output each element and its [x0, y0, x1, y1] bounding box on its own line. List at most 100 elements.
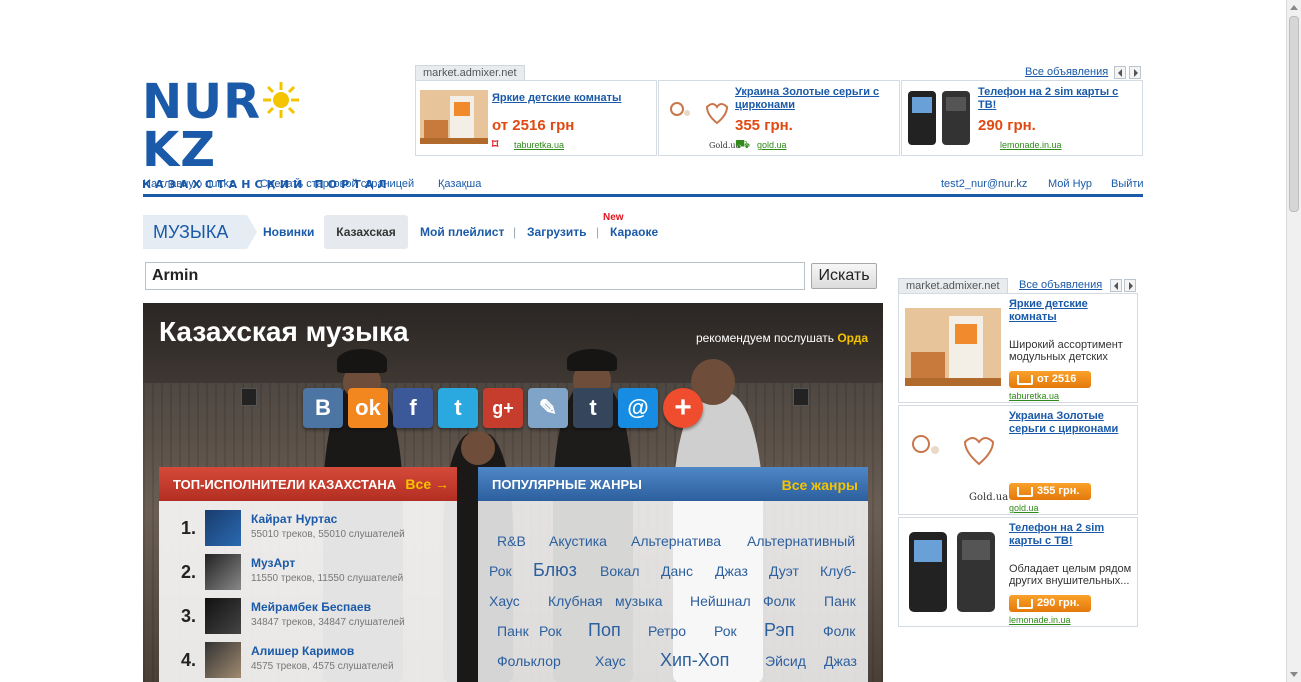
genre-link[interactable]: Рок — [714, 623, 737, 639]
ads-next-icon[interactable] — [1124, 279, 1136, 292]
ad-source-link[interactable]: gold.ua — [1009, 503, 1039, 513]
ad-source-link[interactable]: taburetka.ua — [1009, 391, 1059, 401]
facebook-share-icon[interactable]: f — [393, 388, 433, 428]
more-share-icon[interactable]: + — [663, 388, 703, 428]
recommend-artist-link[interactable]: Орда — [837, 331, 868, 345]
ad-source-link[interactable]: gold.ua — [757, 140, 787, 150]
genre-link[interactable]: Блюз — [533, 560, 577, 581]
genre-link[interactable]: музыка — [615, 593, 662, 609]
ad-price-button[interactable]: от 2516 грн — [1009, 371, 1091, 402]
genre-link[interactable]: Ретро — [648, 623, 686, 639]
home-link[interactable]: На главную nur.kz — [143, 178, 235, 190]
genre-link[interactable]: Клубная — [548, 593, 603, 609]
logout-link[interactable]: Выйти — [1111, 178, 1144, 190]
artist-photo[interactable] — [205, 598, 241, 634]
scroll-up-arrow-icon[interactable] — [1290, 5, 1298, 10]
scroll-down-arrow-icon[interactable] — [1290, 672, 1298, 677]
artist-name-link[interactable]: Алишер Каримов — [251, 644, 354, 658]
genre-link[interactable]: Хаус — [595, 653, 626, 669]
genre-link[interactable]: Рок — [539, 623, 562, 639]
artist-name-link[interactable]: МузАрт — [251, 556, 295, 570]
all-genres-link[interactable]: Все жанры — [782, 477, 858, 493]
menu-item-kazakh[interactable]: Казахская — [324, 215, 408, 249]
artist-row[interactable]: 2. МузАрт 11550 треков, 11550 слушателей — [159, 554, 457, 598]
genre-link[interactable]: Поп — [588, 620, 621, 641]
all-ads-link[interactable]: Все объявления — [1019, 279, 1102, 291]
all-ads-link[interactable]: Все объявления — [1025, 66, 1108, 78]
genre-link[interactable]: Акустика — [549, 533, 607, 549]
genre-link[interactable]: Альтернативный — [747, 533, 855, 549]
genre-link[interactable]: Рок — [489, 563, 512, 579]
mail-share-icon[interactable]: @ — [618, 388, 658, 428]
search-input[interactable] — [145, 262, 805, 290]
artist-row[interactable]: 1. Кайрат Нуртас 55010 треков, 55010 слу… — [159, 510, 457, 554]
genre-link[interactable]: R&B — [497, 533, 526, 549]
genre-link[interactable]: Вокал — [600, 563, 640, 579]
genre-link[interactable]: Хаус — [489, 593, 520, 609]
genre-link[interactable]: Альтернатива — [631, 533, 721, 549]
ad-title[interactable]: Украина Золотые серьги с цирконами — [1009, 410, 1129, 436]
menu-item-upload[interactable]: Загрузить — [527, 225, 586, 239]
ad-price-button[interactable]: 355 грн. — [1009, 483, 1091, 500]
search-button[interactable]: Искать — [811, 263, 877, 289]
artist-photo[interactable] — [205, 554, 241, 590]
ads-prev-icon[interactable] — [1114, 66, 1126, 79]
vertical-scrollbar[interactable] — [1286, 0, 1301, 682]
artist-row[interactable]: 3. Мейрамбек Беспаев 34847 треков, 34847… — [159, 598, 457, 642]
my-nur-link[interactable]: Мой Нур — [1048, 178, 1092, 190]
genre-link[interactable]: Хип-Хоп — [660, 650, 729, 671]
ad-title[interactable]: Яркие детские комнаты — [492, 92, 652, 105]
genre-link[interactable]: Джаз — [715, 563, 748, 579]
ads-next-icon[interactable] — [1129, 66, 1141, 79]
make-start-page-link[interactable]: Сделать стартовой страницей — [260, 178, 414, 190]
kazakh-language-link[interactable]: Қазақша — [438, 178, 481, 190]
tumblr-share-icon[interactable]: t — [573, 388, 613, 428]
ad-source-link[interactable]: lemonade.in.ua — [1000, 140, 1062, 150]
ad-card[interactable]: Яркие детские комнаты Широкий ассортимен… — [898, 293, 1138, 403]
vkontakte-share-icon[interactable]: В — [303, 388, 343, 428]
artist-name-link[interactable]: Кайрат Нуртас — [251, 512, 337, 526]
ad-card[interactable]: Яркие детские комнаты от 2516 грн ⌑ tabu… — [415, 80, 657, 156]
user-email-link[interactable]: test2_nur@nur.kz — [941, 178, 1027, 190]
genre-link[interactable]: Панк — [824, 593, 856, 609]
twitter-share-icon[interactable]: t — [438, 388, 478, 428]
artist-photo[interactable] — [205, 510, 241, 546]
ad-title[interactable]: Яркие детские комнаты — [1009, 298, 1129, 324]
scrollbar-thumb[interactable] — [1289, 16, 1299, 212]
menu-item-new[interactable]: Новинки — [263, 225, 314, 239]
top-artists-all-link[interactable]: Все → — [405, 476, 449, 492]
menu-item-karaoke[interactable]: Караоке — [610, 225, 658, 239]
genre-link[interactable]: Нейшнал — [690, 593, 751, 609]
ad-card[interactable]: Телефон на 2 sim карты с ТВ! Обладает це… — [898, 517, 1138, 627]
artist-photo[interactable] — [205, 642, 241, 678]
ad-title[interactable]: Украина Золотые серьги с цирконами — [735, 86, 895, 112]
genre-link[interactable]: Джаз — [824, 653, 857, 669]
genre-link[interactable]: Рэп — [764, 620, 795, 641]
genre-link[interactable]: Фольклор — [497, 653, 561, 669]
section-title[interactable]: МУЗЫКА — [143, 215, 257, 249]
genre-link[interactable]: Фолк — [763, 593, 795, 609]
ad-card[interactable]: Телефон на 2 sim карты с ТВ! 290 грн. le… — [901, 80, 1143, 156]
menu-separator: | — [513, 225, 517, 239]
genre-link[interactable]: Данс — [661, 563, 693, 579]
menu-item-playlist[interactable]: Мой плейлист — [420, 225, 504, 239]
ad-title[interactable]: Телефон на 2 sim карты с ТВ! — [978, 86, 1138, 112]
artist-name-link[interactable]: Мейрамбек Беспаев — [251, 600, 371, 614]
genre-link[interactable]: Дуэт — [769, 563, 799, 579]
artist-row[interactable]: 4. Алишер Каримов 4575 треков, 4575 слуш… — [159, 642, 457, 682]
ad-card[interactable]: Gold.ua Украина Золотые серьги с циркона… — [898, 405, 1138, 515]
site-logo[interactable]: NURKZ КАЗАХСТАНСКИЙ ПОРТАЛ — [142, 78, 387, 191]
genre-link[interactable]: Панк — [497, 623, 529, 639]
genre-link[interactable]: Клуб- — [820, 563, 856, 579]
genre-link[interactable]: Фолк — [823, 623, 855, 639]
ad-price-button[interactable]: 290 грн. — [1009, 595, 1091, 612]
genre-link[interactable]: Эйсид — [765, 653, 806, 669]
ad-source-link[interactable]: lemonade.in.ua — [1009, 615, 1071, 625]
ad-source-link[interactable]: taburetka.ua — [514, 140, 564, 150]
ad-title[interactable]: Телефон на 2 sim карты с ТВ! — [1009, 522, 1129, 548]
livejournal-share-icon[interactable]: ✎ — [528, 388, 568, 428]
ad-card[interactable]: Gold.ua Украина Золотые серьги с циркона… — [658, 80, 900, 156]
google-plus-share-icon[interactable]: g+ — [483, 388, 523, 428]
odnoklassniki-share-icon[interactable]: ok — [348, 388, 388, 428]
ads-prev-icon[interactable] — [1110, 279, 1122, 292]
